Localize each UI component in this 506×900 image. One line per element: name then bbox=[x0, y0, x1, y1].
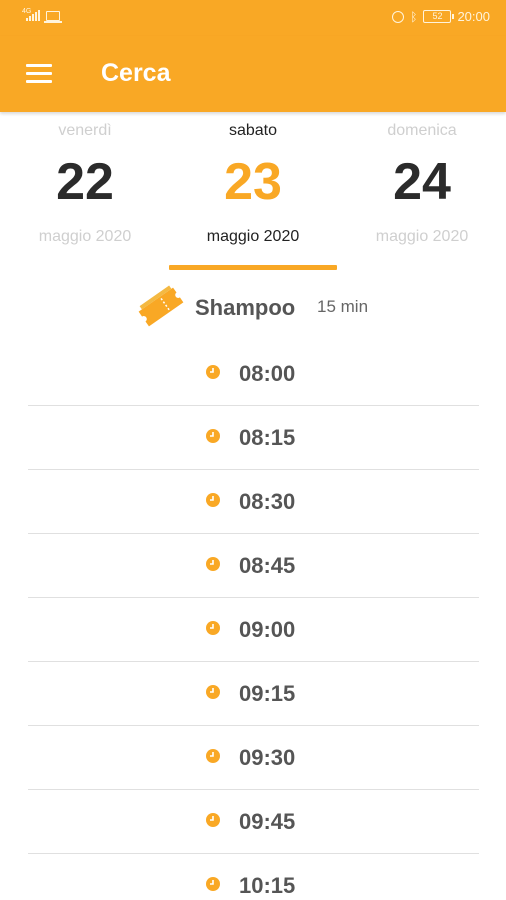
slot-time: 10:15 bbox=[239, 873, 296, 898]
time-slot[interactable]: 09:15 bbox=[28, 662, 479, 726]
selected-day-indicator bbox=[169, 265, 337, 270]
day-selector: venerdì 22 maggio 2020 sabato 23 maggio … bbox=[0, 112, 506, 272]
app-bar: Cerca bbox=[0, 36, 506, 112]
battery-level: 52 bbox=[432, 11, 443, 21]
clock-icon bbox=[206, 749, 220, 763]
service-header: Shampoo 15 min bbox=[0, 282, 506, 332]
slot-time: 09:15 bbox=[239, 681, 296, 706]
day-number: 23 bbox=[224, 153, 282, 211]
slot-time: 09:45 bbox=[239, 809, 296, 834]
network-type: 4G bbox=[22, 8, 32, 15]
day-number: 24 bbox=[393, 153, 451, 211]
status-left: 4G bbox=[22, 8, 62, 23]
day-weekday: sabato bbox=[228, 122, 278, 139]
day-weekday: venerdì bbox=[58, 122, 112, 139]
time-slot[interactable]: 10:15 bbox=[28, 854, 479, 900]
app-root: 4G ᛒ 52 20:00 Cerca venerdì 22 maggio 20… bbox=[0, 0, 506, 900]
time-slot[interactable]: 08:30 bbox=[28, 470, 479, 534]
slot-time: 09:30 bbox=[239, 745, 296, 770]
time-slot[interactable]: 09:45 bbox=[28, 790, 479, 854]
clock-icon bbox=[206, 493, 220, 507]
clock-icon bbox=[206, 813, 220, 827]
slot-time: 08:00 bbox=[239, 361, 296, 386]
time-slot[interactable]: 08:15 bbox=[28, 406, 479, 470]
time-slot-list: 08:00 08:15 08:30 08:45 09:00 09:15 09:3… bbox=[28, 342, 479, 900]
service-duration: 15 min bbox=[317, 297, 369, 316]
slot-time: 08:45 bbox=[239, 553, 296, 578]
day-month: maggio 2020 bbox=[38, 228, 132, 245]
clock-icon bbox=[206, 365, 220, 379]
slot-time: 08:15 bbox=[239, 425, 296, 450]
battery-icon: 52 bbox=[423, 10, 455, 23]
status-right: ᛒ 52 20:00 bbox=[392, 9, 490, 24]
day-number: 22 bbox=[56, 153, 114, 211]
clock-icon bbox=[206, 877, 220, 891]
time-slot[interactable]: 09:00 bbox=[28, 598, 479, 662]
status-time: 20:00 bbox=[457, 9, 490, 24]
time-slot[interactable]: 09:30 bbox=[28, 726, 479, 790]
time-slot[interactable]: 08:00 bbox=[28, 342, 479, 406]
day-month: maggio 2020 bbox=[375, 228, 469, 245]
day-weekday: domenica bbox=[387, 122, 457, 139]
slot-time: 08:30 bbox=[239, 489, 296, 514]
laptop-icon bbox=[44, 11, 62, 23]
clock-icon bbox=[206, 685, 220, 699]
time-slot[interactable]: 08:45 bbox=[28, 534, 479, 598]
service-name: Shampoo bbox=[195, 295, 296, 320]
page-title: Cerca bbox=[101, 59, 171, 87]
clock-icon bbox=[206, 621, 220, 635]
slot-time: 09:00 bbox=[239, 617, 296, 642]
bluetooth-icon: ᛒ bbox=[410, 9, 418, 24]
alarm-icon bbox=[392, 10, 405, 23]
ticket-icon bbox=[138, 285, 184, 327]
menu-icon[interactable] bbox=[26, 64, 52, 84]
clock-icon bbox=[206, 429, 220, 443]
status-bar: 4G ᛒ 52 20:00 bbox=[0, 0, 506, 36]
day-month: maggio 2020 bbox=[206, 228, 300, 245]
clock-icon bbox=[206, 557, 220, 571]
